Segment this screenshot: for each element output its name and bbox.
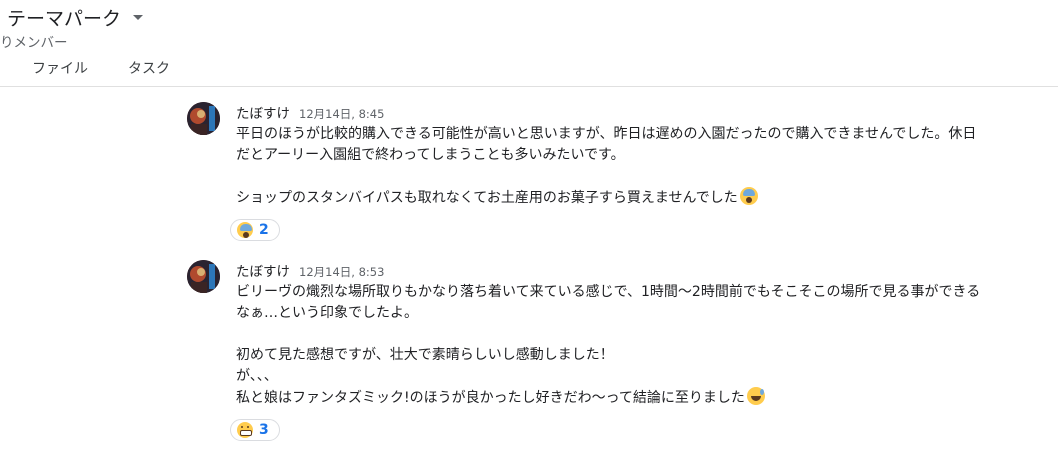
message-line: だとアーリー入園組で終わってしまうことも多いみたいです。 [236,147,625,163]
chevron-down-icon[interactable] [133,14,144,20]
message-line: ビリーヴの熾烈な場所取りもかなり落ち着いて来ている感じで、1時間〜2時間前でもそ… [236,284,981,300]
message-line: ショップのスタンバイパスも取れなくてお土産用のお菓子すら買えませんでした [236,187,1046,209]
timestamp: 12月14日, 8:53 [299,265,385,279]
room-subtitle: りメンバー [0,35,68,51]
message-body: たぼすけ 12月14日, 8:45 平日のほうが比較的購入できる可能性が高いと思… [236,102,1046,209]
face-screaming-in-fear-icon [237,222,253,238]
message-line-text: 私と娘はファンタズミック!のほうが良かったし好きだわ〜って結論に至りました [236,390,745,406]
avatar-image [187,260,220,293]
message-body: たぼすけ 12月14日, 8:53 ビリーヴの熾烈な場所取りもかなり落ち着いて来… [236,260,1046,409]
tab-tasks[interactable]: タスク [128,58,170,78]
message-line: なぁ…という印象でしたよ。 [236,305,418,321]
grinning-face-with-sweat-icon [746,387,765,405]
reaction-count: 3 [259,422,269,438]
avatar-image [187,102,220,135]
author-name[interactable]: たぼすけ [236,260,290,280]
tab-files[interactable]: ファイル [32,58,88,78]
author-name[interactable]: たぼすけ [236,102,290,122]
room-title-row[interactable]: テーマパーク [7,4,144,30]
reaction-chip[interactable]: 2 [230,219,280,241]
message-line-text: ショップのスタンバイパスも取れなくてお土産用のお菓子すら買えませんでした [236,190,738,206]
message-meta: たぼすけ 12月14日, 8:53 [236,260,1046,280]
message-line: 平日のほうが比較的購入できる可能性が高いと思いますが、昨日は遅めの入園だったので… [236,126,977,142]
reaction-chip[interactable]: 3 [230,419,280,441]
room-tabs: ファイル タスク [32,58,170,78]
message-text: 平日のほうが比較的購入できる可能性が高いと思いますが、昨日は遅めの入園だったので… [236,124,1046,209]
message-line: が、、、 [236,368,278,384]
face-screaming-in-fear-icon [739,187,758,205]
message-line [236,324,1046,345]
room-title: テーマパーク [7,7,122,30]
grimacing-face-icon [237,422,253,438]
room-header: テーマパーク りメンバー ファイル タスク [0,0,1058,87]
message-line [236,166,1046,187]
avatar[interactable] [187,102,220,135]
message-text: ビリーヴの熾烈な場所取りもかなり落ち着いて来ている感じで、1時間〜2時間前でもそ… [236,282,1046,409]
timestamp: 12月14日, 8:45 [299,107,385,121]
message-line: 初めて見た感想ですが、壮大で素晴らしいし感動しました！ [236,347,614,363]
reaction-count: 2 [259,222,269,238]
message-line: 私と娘はファンタズミック!のほうが良かったし好きだわ〜って結論に至りました [236,387,1046,409]
avatar[interactable] [187,260,220,293]
message-meta: たぼすけ 12月14日, 8:45 [236,102,1046,122]
